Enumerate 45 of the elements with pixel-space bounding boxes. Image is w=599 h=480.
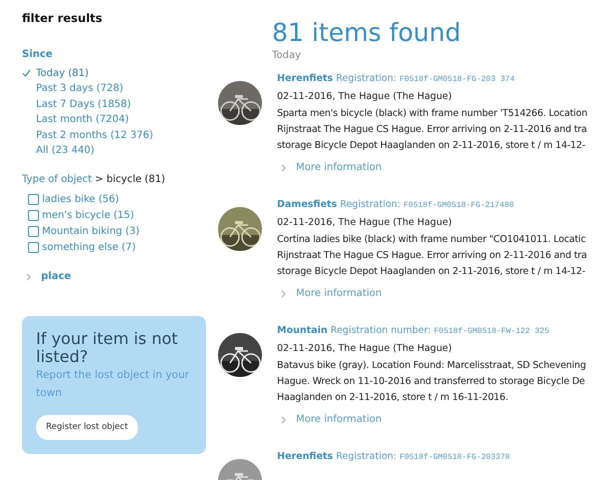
checkbox[interactable] xyxy=(28,226,39,237)
checkbox-label[interactable]: Mountain biking (3) xyxy=(42,224,140,239)
filter-option[interactable]: Last month (7204) xyxy=(36,112,129,127)
chevron-icon xyxy=(281,416,286,424)
item-description: Sparta men's bicycle (black) with frame number 'T514266. Location Rijnstraat The Hague CS Hague. Error arriving on 2-11-2016 and tra storage Bicycle Depot Haaglanden on 2-11-2016, store t / m 14-12- xyxy=(277,107,588,153)
registration-text: Registration number: F0518f-GM0518-FW-122 325 xyxy=(330,325,550,336)
chevron-icon xyxy=(281,164,286,172)
checkbox[interactable] xyxy=(28,194,39,205)
checkbox-label[interactable]: something else (7) xyxy=(42,240,136,255)
filter-option[interactable]: Today (81) xyxy=(36,66,89,80)
registration-text: Registration: F0518f-GM0518-FG-203378 xyxy=(336,451,510,462)
registration-text: Registration: F0518f-GM0518-FG-217480 xyxy=(340,199,514,210)
item-description: Cortina ladies bike (black) with frame number "CO1041011. Locatic Rijnstraat The Hague CS Hague. Error arriving on 2-11-2016 and tra storage Bicycle Depot Haaglanden on 2-11-2016, store t / m 14-12- xyxy=(277,233,587,279)
checkbox[interactable] xyxy=(28,210,39,221)
filter-option[interactable]: Last 7 Days (1858) xyxy=(36,96,131,112)
filter-title: filter results xyxy=(22,10,104,27)
item-title[interactable]: Damesfiets xyxy=(277,199,337,210)
promo-text: Report the lost object in your town xyxy=(36,368,190,402)
checkbox-label[interactable]: ladies bike (56) xyxy=(42,192,119,207)
more-link[interactable]: More information xyxy=(296,286,382,301)
item-date: 02-11-2016, The Hague (The Hague) xyxy=(277,90,453,104)
promo-title: If your item is not listed? xyxy=(36,330,179,366)
more-link[interactable]: More information xyxy=(296,160,382,175)
filter-option[interactable]: Past 3 days (728) xyxy=(36,81,124,96)
item-title[interactable]: Herenfiets xyxy=(277,451,333,462)
filter-toggle[interactable]: place xyxy=(41,269,72,284)
results-heading: 81 items found xyxy=(272,18,462,48)
item-title[interactable]: Mountain xyxy=(277,325,328,336)
filter-option[interactable]: All (23 440) xyxy=(36,143,94,158)
check-icon xyxy=(22,68,31,77)
item-date: 02-11-2016, The Hague (The Hague) xyxy=(277,216,453,230)
checkbox-label[interactable]: men's bicycle (15) xyxy=(42,208,134,223)
registration-text: Registration: F0518f-GM0518-FG-203 374 xyxy=(336,73,515,84)
filter-heading: Type of object xyxy=(22,174,92,186)
filter-value: > bicycle (81) xyxy=(94,174,166,186)
filter-option[interactable]: Past 2 months (12 376) xyxy=(36,128,154,142)
filter-heading: Since xyxy=(22,48,54,62)
item-description: Batavus bike (gray). Location Found: Marcelisstraat, SD Schevening Hague. Wreck on 11-10-2016 and transferred to storage Bicycle De Haaglanden on 2-11-2016, store t / m 16-11-2016. xyxy=(277,359,586,405)
item-date: 02-11-2016, The Hague (The Hague) xyxy=(277,342,453,356)
more-link[interactable]: More information xyxy=(296,412,382,427)
item-title[interactable]: Herenfiets xyxy=(277,73,333,84)
checkbox[interactable] xyxy=(28,242,39,253)
register-button[interactable]: Register lost object xyxy=(36,415,138,440)
chevron-icon xyxy=(281,290,286,298)
group-label: Today xyxy=(272,49,302,63)
